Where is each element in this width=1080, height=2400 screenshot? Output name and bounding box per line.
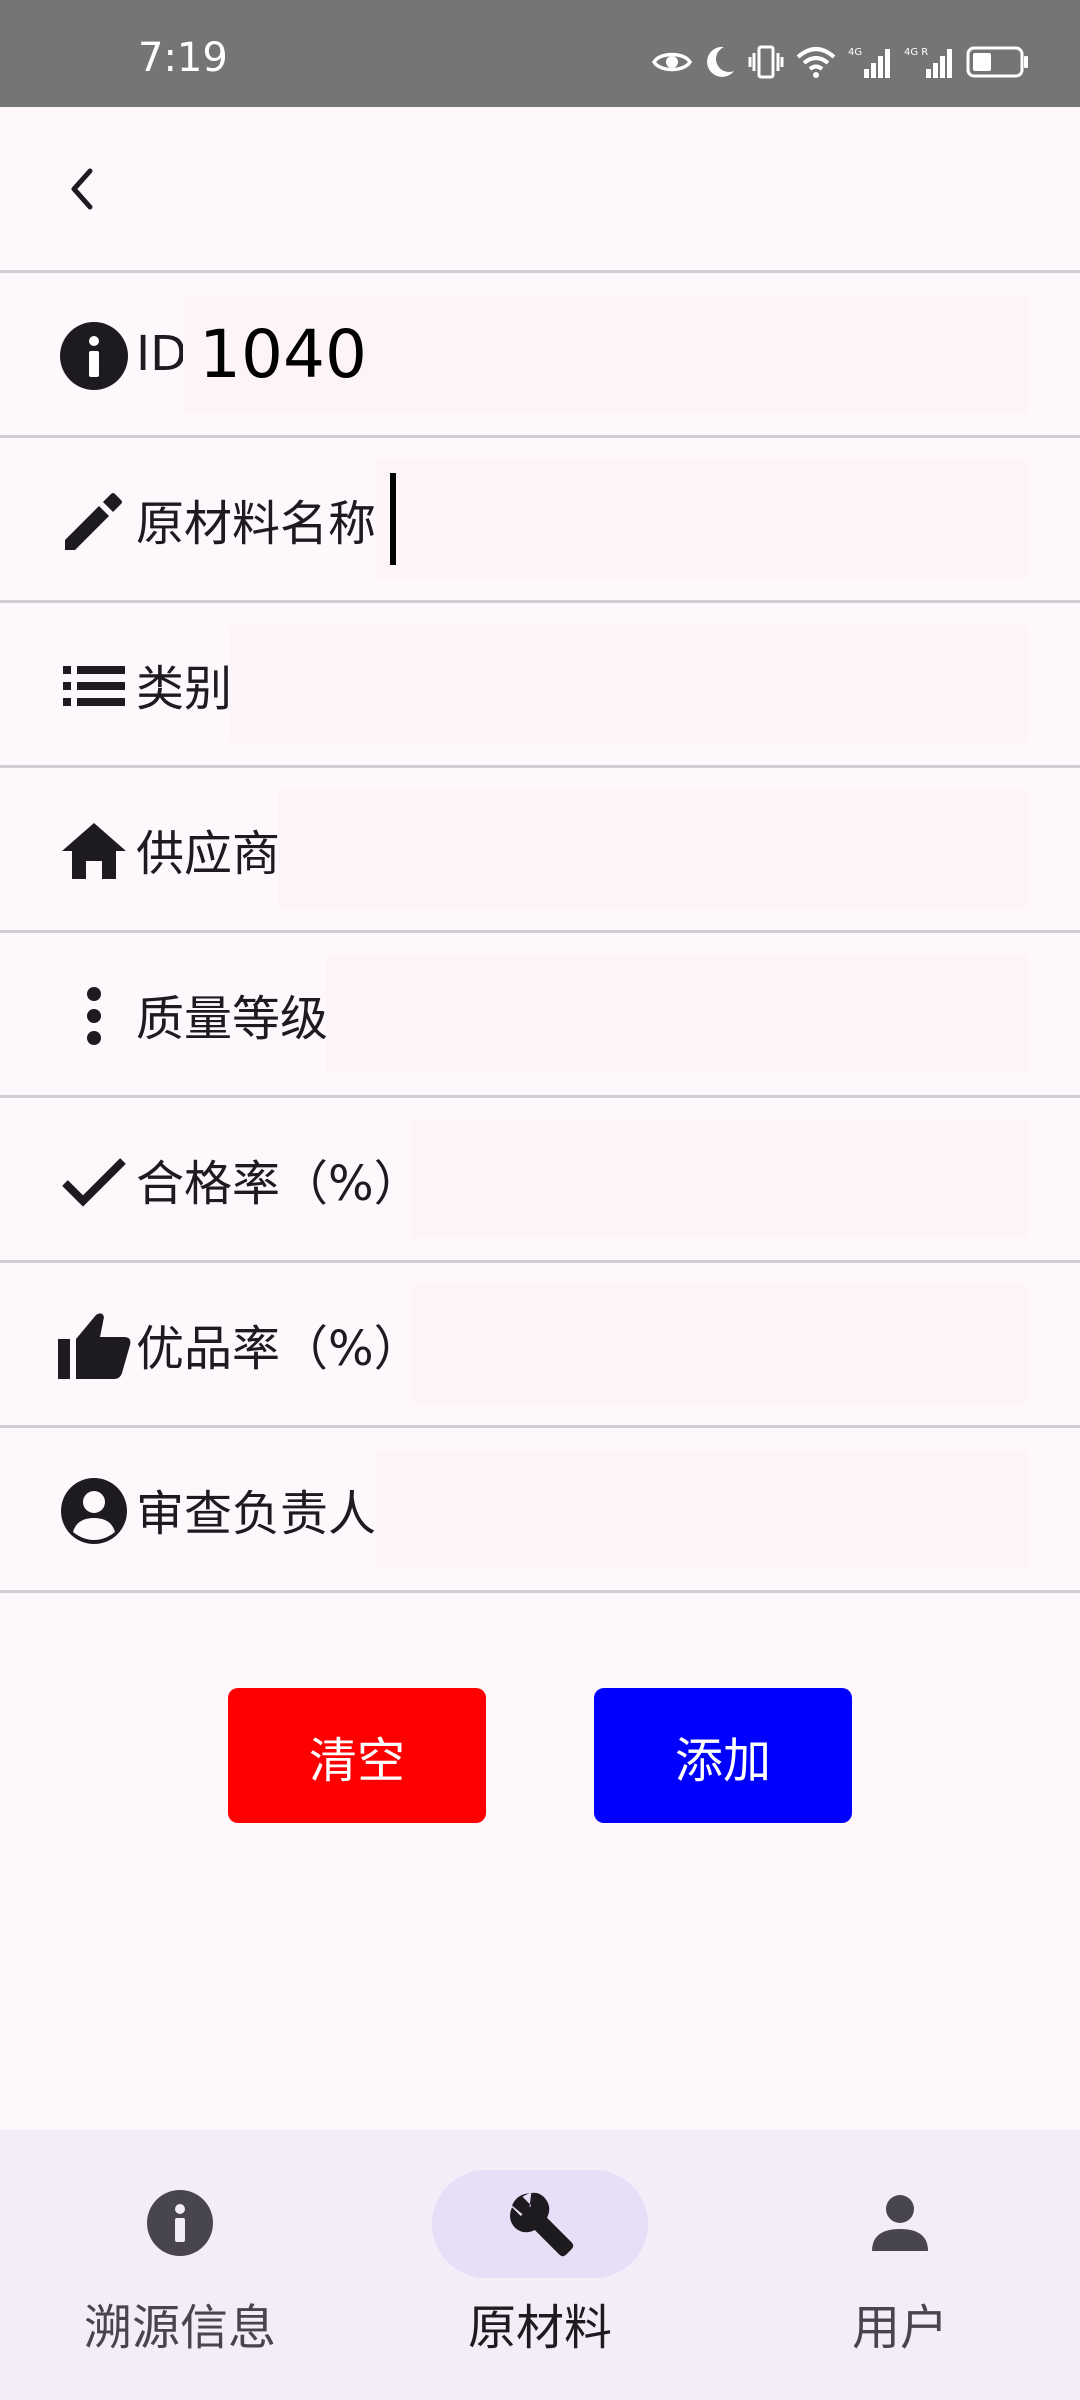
moon-icon <box>707 46 734 77</box>
pass-rate-field[interactable] <box>412 1120 1027 1238</box>
app-bar <box>0 107 1080 271</box>
signal-4g-icon: 4G <box>848 47 890 78</box>
nav-item-user[interactable]: 用户 <box>720 2130 1080 2400</box>
info-icon <box>145 2188 215 2258</box>
pencil-icon <box>56 483 132 559</box>
form-row-quality-grade: 质量等级 <box>0 933 1080 1095</box>
svg-text:4G R: 4G R <box>904 47 928 58</box>
back-button[interactable] <box>50 157 114 221</box>
eye-icon <box>652 52 692 72</box>
nav-label-trace-info: 溯源信息 <box>83 2300 276 2356</box>
wifi-icon <box>796 47 836 78</box>
row-label-category: 类别 <box>136 661 233 717</box>
row-label-id: ID <box>136 326 188 382</box>
row-label-excellent-rate: 优品率（%） <box>136 1321 422 1377</box>
material-name-field[interactable] <box>376 460 1027 578</box>
signal-4g-r-icon: 4G R <box>904 47 952 78</box>
thumb-up-icon <box>56 1308 132 1384</box>
person-icon <box>865 2188 935 2258</box>
form-row-reviewer: 审查负责人 <box>0 1428 1080 1590</box>
form-row-excellent-rate: 优品率（%） <box>0 1263 1080 1425</box>
check-icon <box>56 1143 132 1219</box>
status-time: 7:19 <box>138 35 228 81</box>
supplier-field[interactable] <box>278 790 1027 908</box>
home-icon <box>56 813 132 889</box>
nav-item-trace-info[interactable]: 溯源信息 <box>0 2130 360 2400</box>
clear-button[interactable]: 清空 <box>228 1688 486 1823</box>
svg-text:4G: 4G <box>848 47 862 58</box>
nav-item-raw-materials[interactable]: 原材料 <box>360 2130 720 2400</box>
wrench-icon <box>505 2188 575 2258</box>
quality-grade-field[interactable] <box>326 955 1027 1073</box>
nav-label-raw-materials: 原材料 <box>467 2300 612 2356</box>
row-label-material-name: 原材料名称 <box>136 496 377 552</box>
reviewer-field[interactable] <box>376 1450 1027 1568</box>
divider <box>0 1590 1080 1593</box>
form-row-category: 类别 <box>0 603 1080 765</box>
id-field-value: 1040 <box>199 315 367 393</box>
battery-icon <box>966 46 1028 78</box>
row-label-quality-grade: 质量等级 <box>136 991 329 1047</box>
more-vert-icon <box>56 978 132 1054</box>
form-row-supplier: 供应商 <box>0 768 1080 930</box>
id-field[interactable]: 1040 <box>183 295 1027 413</box>
account-circle-icon <box>56 1473 132 1549</box>
info-icon <box>56 318 132 394</box>
add-button[interactable]: 添加 <box>594 1688 852 1823</box>
row-label-supplier: 供应商 <box>136 826 281 882</box>
status-icons: 4G 4G R <box>652 40 1030 84</box>
form-row-material-name: 原材料名称 <box>0 438 1080 600</box>
excellent-rate-field[interactable] <box>412 1285 1027 1403</box>
chevron-left-icon <box>71 168 93 210</box>
bottom-navigation: 溯源信息 原材料 用户 <box>0 2130 1080 2400</box>
form-row-pass-rate: 合格率（%） <box>0 1098 1080 1260</box>
status-bar: 7:19 4G 4G R <box>0 0 1080 107</box>
form-row-id: ID 1040 <box>0 273 1080 435</box>
list-icon <box>56 648 132 724</box>
row-label-pass-rate: 合格率（%） <box>136 1156 422 1212</box>
text-cursor <box>390 473 396 565</box>
vibrate-icon <box>748 45 784 79</box>
nav-label-user: 用户 <box>851 2300 948 2356</box>
category-field[interactable] <box>230 625 1027 743</box>
row-label-reviewer: 审查负责人 <box>136 1486 377 1542</box>
